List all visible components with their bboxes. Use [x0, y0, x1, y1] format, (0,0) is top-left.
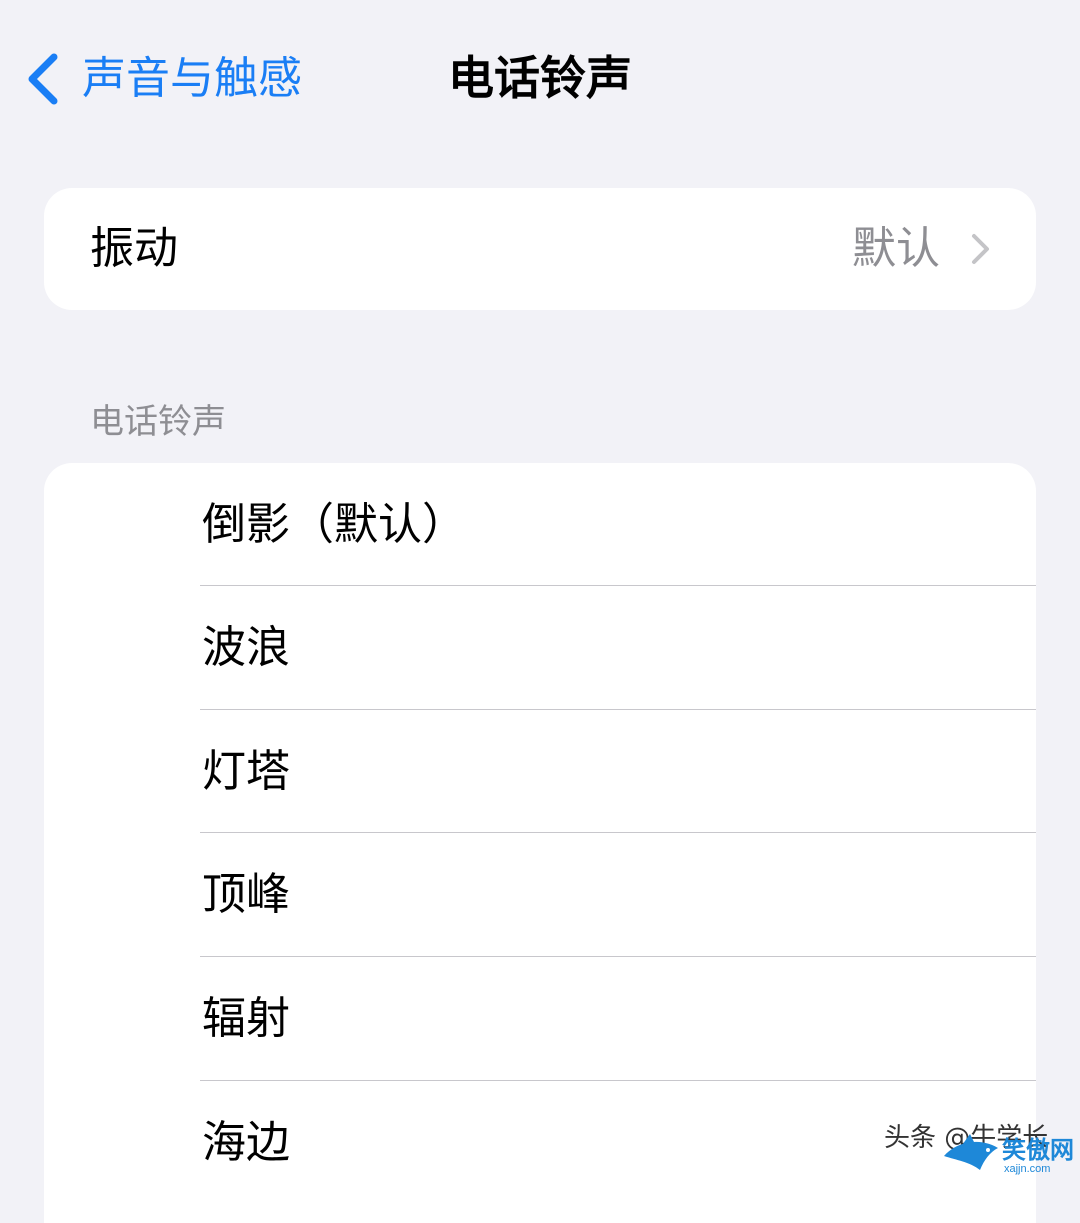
watermark-logo-text: 笑傲网 [1002, 1136, 1074, 1164]
vibration-value: 默认 [852, 223, 940, 274]
ringtone-section-header: 电话铃声 [90, 402, 226, 442]
chevron-right-icon [972, 234, 989, 264]
ringtone-label: 辐射 [202, 993, 290, 1044]
ringtone-label: 波浪 [202, 622, 290, 673]
ringtone-item-summit[interactable]: 顶峰 [44, 833, 1036, 956]
watermark-logo-url: xajjn.com [1004, 1163, 1050, 1175]
ringtone-item-radiate[interactable]: 辐射 [44, 957, 1036, 1080]
site-watermark-logo: 笑傲网 xajjn.com [944, 1134, 1074, 1175]
page-title: 电话铃声 [448, 51, 632, 105]
ringtone-label: 倒影（默认） [202, 499, 466, 550]
navigation-bar: 声音与触感 电话铃声 [0, 0, 1080, 160]
ringtone-item-reflection[interactable]: 倒影（默认） [44, 463, 1036, 586]
vibration-group: 振动 默认 [44, 188, 1036, 310]
ringtone-item-lighthouse[interactable]: 灯塔 [44, 710, 1036, 833]
ringtone-list: 倒影（默认） 波浪 灯塔 顶峰 辐射 海边 [44, 463, 1036, 1223]
ringtone-label: 海边 [202, 1117, 290, 1168]
vibration-label: 振动 [90, 223, 178, 274]
ringtone-label: 灯塔 [202, 746, 290, 797]
ringtone-item-waves[interactable]: 波浪 [44, 586, 1036, 709]
vibration-row[interactable]: 振动 默认 [44, 188, 1036, 310]
ringtone-label: 顶峰 [202, 869, 290, 920]
